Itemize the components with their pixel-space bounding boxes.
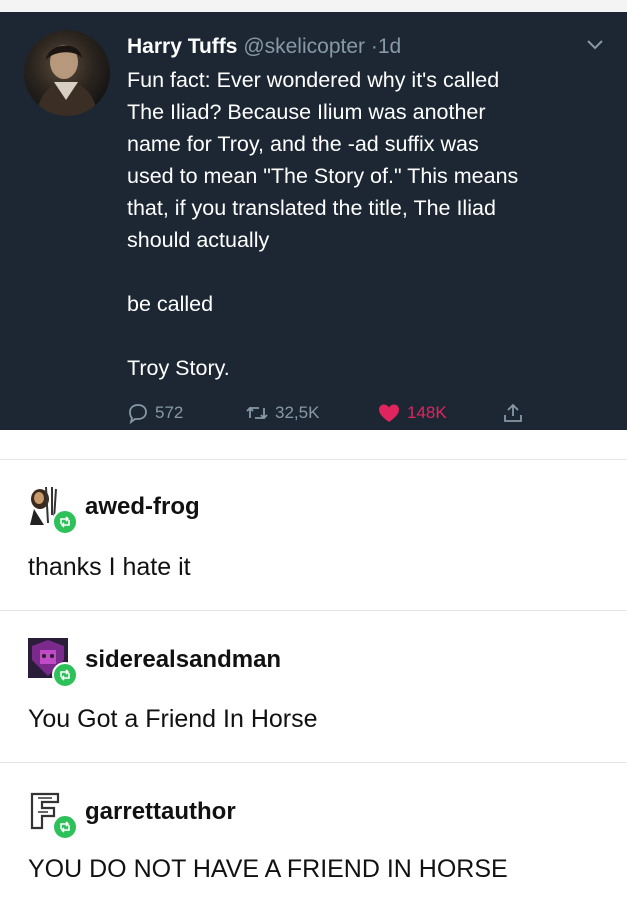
heart-icon [379,404,399,422]
tweet-body: Fun fact: Ever wondered why it's called … [127,64,607,384]
tweet-card: Harry Tuffs @skelicopter ·1d Fun fact: E… [0,12,627,430]
reblog-note: garrettauthor YOU DO NOT HAVE A FRIEND I… [0,762,627,906]
like-button[interactable]: 148K [377,402,447,424]
retweet-button[interactable]: 32,5K [245,402,319,424]
tweet-body-line: name for Troy, and the -ad suffix was [127,132,479,156]
top-strip [0,0,627,12]
tweet-body-line: that, if you translated the title, The I… [127,196,496,220]
tweet-time[interactable]: 1d [378,35,401,58]
tweet-body-line: Troy Story. [127,356,230,380]
chevron-down-icon[interactable] [585,38,605,52]
tweet-body-line: The Iliad? Because Ilium was another [127,100,486,124]
author-name[interactable]: Harry Tuffs [127,35,237,58]
share-button[interactable] [502,402,524,424]
note-username[interactable]: garrettauthor [85,798,236,826]
retweet-count: 32,5K [275,403,320,422]
reblog-badge [52,662,78,688]
reblog-icon [60,669,70,681]
note-username[interactable]: awed-frog [85,493,200,521]
reblog-badge [52,814,78,840]
note-text: YOU DO NOT HAVE A FRIEND IN HORSE [28,855,508,883]
reply-icon [129,404,147,424]
tweet-body-line: should actually [127,228,270,252]
reblog-note: awed-frog thanks I hate it [0,459,627,609]
time-separator: · [370,35,378,58]
like-count: 148K [407,403,447,422]
tweet-actions: 572 32,5K 148K [127,402,547,432]
author-avatar[interactable] [24,30,110,116]
avatar-image [36,45,98,116]
tweet-body-line: used to mean "The Story of." This means [127,164,519,188]
tweet-header: Harry Tuffs @skelicopter ·1d [127,34,401,60]
author-handle[interactable]: @skelicopter [243,35,365,58]
share-icon [504,403,522,422]
reply-button[interactable]: 572 [127,402,183,424]
reblog-note: siderealsandman You Got a Friend In Hors… [0,610,627,760]
reblog-badge [52,509,78,535]
tweet-body-line: Fun fact: Ever wondered why it's called [127,68,500,92]
note-text: You Got a Friend In Horse [28,705,318,733]
retweet-icon [246,406,268,420]
reblog-icon [60,821,70,833]
tweet-body-line: be called [127,292,214,316]
note-username[interactable]: siderealsandman [85,646,281,674]
reply-count: 572 [155,403,184,422]
note-text: thanks I hate it [28,553,191,581]
reblog-icon [60,516,70,528]
